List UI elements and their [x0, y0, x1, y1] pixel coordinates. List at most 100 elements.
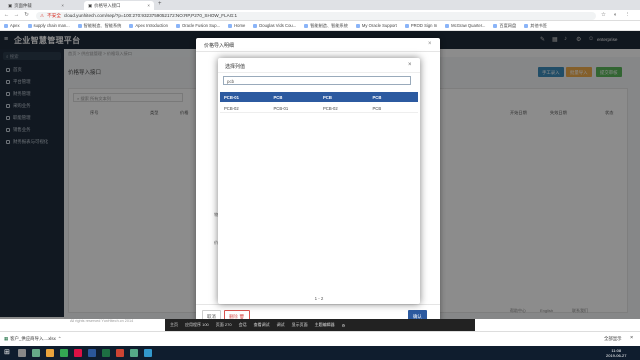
bookmark-item[interactable]: Douglas Vids Cou... — [253, 23, 296, 28]
windows-taskbar: ⊞ 11:08 2019-06-27 — [0, 346, 640, 360]
chrome-icon[interactable] — [60, 349, 68, 357]
bookmark-item[interactable]: Apex Introduction — [129, 23, 168, 28]
app-icon[interactable] — [144, 349, 152, 357]
show-all-downloads-link[interactable]: 全部显示 — [604, 336, 622, 342]
tab-favicon-icon: ▣ — [8, 2, 13, 8]
extension-icon[interactable]: ◐ — [612, 12, 619, 19]
row-cell: PCB — [372, 95, 382, 100]
bookmark-item[interactable]: 智能制造、智能系统 — [304, 23, 348, 29]
tab-label: 页面仲裁 — [14, 2, 32, 8]
forward-icon[interactable]: → — [13, 12, 20, 19]
system-clock[interactable]: 11:08 2019-06-27 — [606, 348, 626, 358]
close-icon[interactable]: × — [630, 335, 633, 341]
devbar-item[interactable]: 主题编辑器 — [315, 322, 335, 328]
search-icon[interactable] — [18, 349, 26, 357]
download-filename: 客户_供应商导入....xlsx — [10, 336, 56, 341]
devbar-item[interactable]: 页面 270 — [216, 322, 232, 328]
tab-label: 价格导入接口 — [94, 2, 121, 8]
bookmark-item[interactable]: supply chain man... — [27, 23, 70, 28]
bookmark-item[interactable]: Home — [228, 23, 245, 28]
bookmark-icon — [445, 23, 450, 28]
row-cell: PCB-02 — [224, 106, 239, 111]
close-icon[interactable]: × — [147, 3, 150, 8]
bookmark-item[interactable]: 百度网盘 — [493, 23, 516, 29]
bookmark-item[interactable]: PROD Sign In — [404, 23, 437, 28]
downloads-bar: ▦ 客户_供应商导入....xlsx ⌃ 全部显示 × — [0, 331, 640, 346]
bookmark-icon — [304, 23, 309, 28]
select-value-dialog: 选择列值 × pcb PCB-01 PCB PCB PCB PCB-02 PCB… — [218, 58, 420, 304]
devbar-item[interactable]: 查看调试 — [254, 322, 270, 328]
bookmark-item[interactable]: Apex — [4, 23, 20, 28]
list-row-selected[interactable]: PCB-01 PCB PCB PCB — [220, 92, 418, 102]
row-cell: PCB — [372, 106, 382, 111]
browser-tab[interactable]: ▣ 页面仲裁 × — [4, 1, 68, 10]
bookmark-icon — [4, 23, 8, 28]
app-icon[interactable] — [116, 349, 124, 357]
bookmark-icon — [253, 23, 258, 28]
bookmark-item[interactable]: 其他书签 — [524, 23, 547, 29]
app-icon[interactable] — [130, 349, 138, 357]
close-icon[interactable]: × — [61, 3, 64, 8]
footer-copyright: All rights reserved YunHitech.cn 2014 — [70, 319, 134, 323]
insecure-label: 不安全 — [47, 12, 61, 18]
bookmark-icon — [404, 23, 409, 28]
app-icon[interactable] — [32, 349, 40, 357]
modal-title: 价格导入明细 — [196, 38, 440, 52]
row-cell: PCB-02 — [323, 106, 338, 111]
file-explorer-icon[interactable] — [46, 349, 54, 357]
windows-start-icon[interactable]: ⊞ — [4, 349, 12, 357]
bookmark-icon — [27, 23, 32, 28]
bookmark-icon — [228, 23, 233, 28]
devbar-item[interactable]: 主页 — [170, 322, 178, 328]
bookmark-item[interactable]: McGraw Quarter... — [445, 23, 485, 28]
back-icon[interactable]: ← — [3, 12, 10, 19]
gear-icon[interactable]: ⚙ — [342, 323, 346, 328]
pagination-label: 1 - 2 — [314, 296, 324, 301]
menu-icon[interactable]: ⋮ — [624, 12, 631, 19]
devbar-item[interactable]: 调试 — [277, 322, 285, 328]
address-bar: ← → ↻ ⚠ 不安全 cloud.yunhitech.com/sep/?p=1… — [0, 10, 640, 21]
bookmark-item[interactable]: My Oracle Support — [355, 23, 397, 28]
confirm-label: 确认 — [413, 313, 422, 319]
devbar-item[interactable]: 会话 — [239, 322, 247, 328]
word-icon[interactable] — [88, 349, 96, 357]
bookmark-icon — [77, 23, 82, 28]
new-tab-icon[interactable]: + — [158, 1, 162, 7]
url-input[interactable]: ⚠ 不安全 cloud.yunhitech.com/sep/?p=100:270… — [36, 11, 596, 20]
row-cell: PCB-01 — [273, 106, 289, 111]
star-icon[interactable]: ☆ — [600, 12, 607, 19]
url-text: cloud.yunhitech.com/sep/?p=100:270:93237… — [63, 13, 238, 18]
folder-icon — [524, 23, 529, 28]
tab-favicon-icon: ▣ — [88, 2, 93, 8]
row-cell: PCB — [323, 95, 332, 100]
bookmark-item[interactable]: 智能制造、智能系统 — [77, 23, 121, 29]
reload-icon[interactable]: ↻ — [23, 12, 30, 19]
excel-file-icon: ▦ — [4, 336, 9, 341]
excel-icon[interactable] — [102, 349, 110, 357]
delete-label: 删除 — [229, 313, 238, 319]
bookmark-icon — [175, 23, 180, 28]
bookmark-icon — [129, 23, 134, 28]
developer-toolbar: 主页 应用程序 100 页面 270 会话 查看调试 调试 显示页面 主题编辑器… — [165, 319, 475, 331]
bookmark-item[interactable]: Oracle Fusion Sup... — [175, 23, 220, 28]
devbar-item[interactable]: 应用程序 100 — [185, 322, 209, 328]
browser-tab-bar: ▣ 页面仲裁 × ▣ 价格导入接口 × + — [0, 0, 640, 10]
bookmarks-bar: Apex supply chain man... 智能制造、智能系统 Apex … — [0, 21, 640, 31]
list-row[interactable]: PCB-02 PCB-01 PCB-02 PCB — [220, 103, 418, 113]
devbar-item[interactable]: 显示页面 — [292, 322, 308, 328]
close-icon[interactable]: × — [408, 62, 412, 68]
dialog-title: 选择列值 — [218, 58, 420, 73]
download-item[interactable]: ▦ 客户_供应商导入....xlsx ⌃ — [4, 336, 61, 342]
chevron-up-icon[interactable]: ⌃ — [58, 336, 62, 342]
filter-search-input[interactable]: pcb — [223, 76, 411, 85]
browser-tab-active[interactable]: ▣ 价格导入接口 × — [84, 1, 154, 10]
app-icon[interactable] — [74, 349, 82, 357]
row-cell: PCB — [273, 95, 283, 100]
insecure-icon: ⚠ — [40, 12, 45, 18]
close-icon[interactable]: × — [428, 41, 432, 47]
bookmark-icon — [355, 23, 360, 28]
row-cell: PCB-01 — [224, 95, 239, 100]
clock-date: 2019-06-27 — [606, 353, 627, 358]
trash-icon: 🗑 — [239, 313, 245, 319]
bookmark-icon — [493, 23, 498, 28]
